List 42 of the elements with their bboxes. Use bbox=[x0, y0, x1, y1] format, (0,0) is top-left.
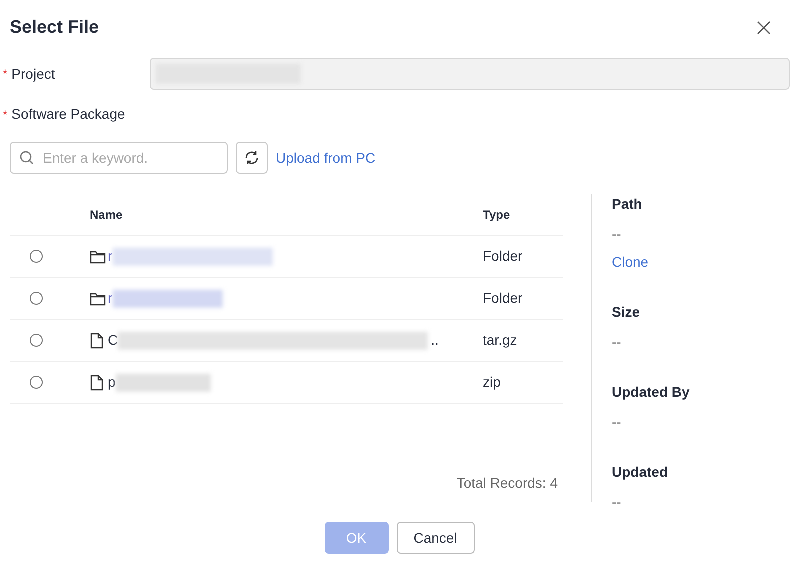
field-label: Software Package bbox=[12, 105, 126, 124]
file-icon bbox=[90, 332, 104, 348]
column-header: Type bbox=[483, 206, 510, 224]
folder-icon bbox=[90, 292, 106, 306]
file-name[interactable]: r bbox=[108, 288, 113, 309]
radio-button[interactable] bbox=[30, 250, 43, 263]
required-mark: * bbox=[3, 66, 8, 83]
file-type: tar.gz bbox=[483, 331, 518, 350]
detail-label: Updated By bbox=[612, 383, 690, 402]
detail-label: Updated bbox=[612, 463, 669, 482]
field-label: Project bbox=[12, 64, 56, 84]
ellipsis-text: .. bbox=[431, 331, 439, 350]
detail-label: Path bbox=[612, 195, 644, 214]
detail-value: -- bbox=[612, 333, 622, 352]
detail-value: -- bbox=[612, 225, 622, 244]
detail-value: -- bbox=[612, 493, 622, 512]
file-icon bbox=[90, 374, 104, 390]
detail-label: Size bbox=[612, 303, 642, 322]
column-header: Name bbox=[90, 206, 124, 224]
refresh-icon bbox=[244, 150, 260, 166]
folder-icon bbox=[90, 250, 106, 264]
file-name: C bbox=[108, 331, 118, 350]
file-name: p bbox=[108, 373, 116, 392]
detail-value: -- bbox=[612, 413, 622, 432]
total-records: Total Records: 4 bbox=[456, 474, 558, 493]
close-icon[interactable] bbox=[757, 20, 771, 34]
radio-button[interactable] bbox=[30, 376, 43, 389]
clone-link[interactable]: Clone bbox=[612, 252, 690, 272]
refresh-button[interactable] bbox=[236, 142, 268, 174]
radio-button[interactable] bbox=[30, 292, 43, 305]
dialog-title: Select File bbox=[10, 16, 100, 39]
file-type: Folder bbox=[483, 289, 523, 308]
search-icon bbox=[20, 151, 34, 165]
cancel-button[interactable]: Cancel bbox=[396, 522, 474, 554]
file-type: zip bbox=[483, 373, 501, 392]
file-name[interactable]: r bbox=[108, 246, 113, 267]
file-type: Folder bbox=[483, 247, 523, 266]
search-field[interactable]: Enter a keyword. bbox=[10, 142, 228, 174]
radio-button[interactable] bbox=[30, 334, 43, 347]
upload-link[interactable]: Upload from PC bbox=[276, 148, 376, 168]
project-field[interactable] bbox=[150, 58, 790, 90]
required-mark: * bbox=[3, 106, 8, 124]
